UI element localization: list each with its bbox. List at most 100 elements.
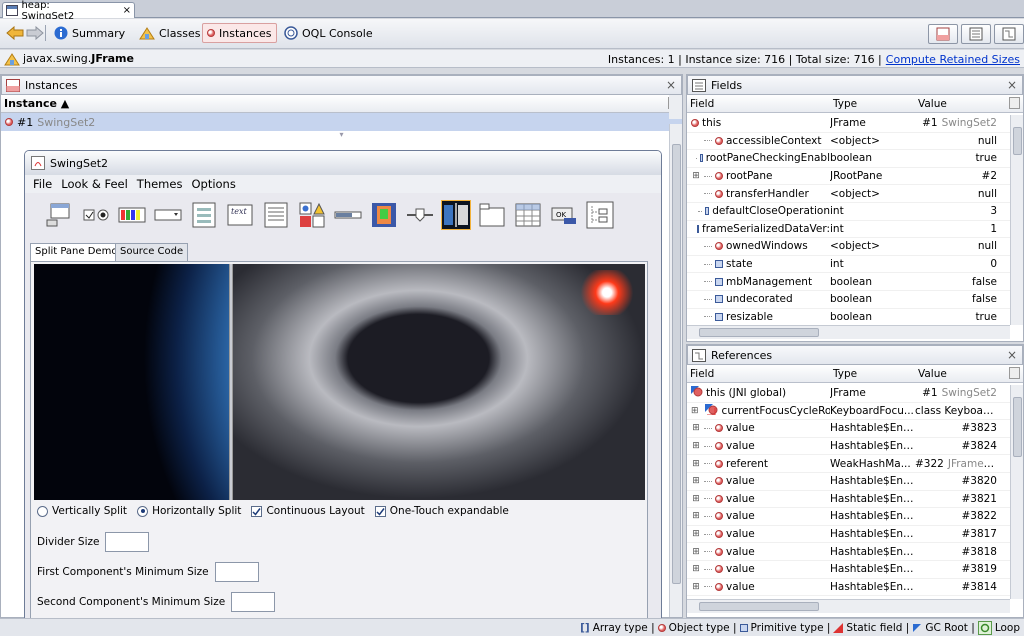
fields-vscrollbar[interactable]: [1010, 115, 1023, 325]
fields-row[interactable]: state int 0: [687, 256, 1010, 274]
fields-row[interactable]: defaultCloseOperation int 3: [687, 203, 1010, 221]
menu-themes[interactable]: Themes: [137, 177, 183, 191]
tree-demo-icon[interactable]: [585, 200, 615, 230]
checkbox-demo-icon[interactable]: [81, 200, 111, 230]
second-min-input[interactable]: [231, 592, 276, 612]
expand-node-icon[interactable]: ⊞: [691, 582, 701, 592]
references-row[interactable]: ⊞ currentFocusCycleRoot KeyboardFocu... cla…: [687, 403, 1010, 421]
layout-fields-button[interactable]: [961, 24, 991, 44]
divider-size-input[interactable]: [105, 532, 150, 552]
expand-node-icon[interactable]: ⊞: [691, 547, 701, 557]
fields-hscroll-thumb[interactable]: [699, 328, 819, 337]
fields-row[interactable]: accessibleContext <object> null: [687, 133, 1010, 151]
references-row[interactable]: ⊞ value Hashtable$Entry #3819: [687, 561, 1010, 579]
expand-node-icon[interactable]: ⊞: [691, 476, 701, 486]
expand-node-icon[interactable]: ⊞: [691, 406, 699, 416]
expand-node-icon[interactable]: ⊞: [691, 494, 701, 504]
close-references-icon[interactable]: ×: [1007, 348, 1017, 362]
instance-preview-scroll-thumb[interactable]: [672, 144, 681, 584]
combobox-demo-icon[interactable]: [153, 200, 183, 230]
references-column-chooser-icon[interactable]: [1009, 367, 1020, 379]
expand-node-icon[interactable]: ⊞: [691, 441, 701, 451]
references-header-type[interactable]: Type: [833, 368, 918, 380]
scroll-pane-demo-icon[interactable]: [369, 200, 399, 230]
references-row[interactable]: ⊞ value Hashtable$Entry #3824: [687, 438, 1010, 456]
instance-row[interactable]: #1 SwingSet2: [1, 113, 682, 131]
references-row[interactable]: ⊞ value Hashtable$Entry #3814: [687, 579, 1010, 597]
menu-look-and-feel[interactable]: Look & Feel: [61, 177, 128, 191]
layout-instances-button[interactable]: [928, 24, 958, 44]
fields-row[interactable]: rootPaneCheckingEnabl boolean true: [687, 150, 1010, 168]
expand-node-icon[interactable]: ⊞: [691, 459, 701, 469]
file-chooser-demo-icon[interactable]: [189, 200, 219, 230]
tabbed-pane-demo-icon[interactable]: [477, 200, 507, 230]
list-demo-icon[interactable]: [261, 200, 291, 230]
references-row[interactable]: ⊞ value Hashtable$Entry #3821: [687, 491, 1010, 509]
expand-node-icon[interactable]: ⊞: [691, 564, 701, 574]
fields-row[interactable]: frameSerializedDataVer: int 1: [687, 221, 1010, 239]
vertically-split-radio[interactable]: [37, 505, 48, 517]
menu-options[interactable]: Options: [191, 177, 235, 191]
table-demo-icon[interactable]: [513, 200, 543, 230]
references-hscroll-thumb[interactable]: [699, 602, 819, 611]
slider-demo-icon[interactable]: [405, 200, 435, 230]
expand-node-icon[interactable]: ⊞: [691, 511, 701, 521]
tab-split-pane-demo[interactable]: Split Pane Demo: [30, 243, 123, 261]
references-row[interactable]: ⊞ value Hashtable$Entry #3822: [687, 508, 1010, 526]
expand-node-icon[interactable]: ⊞: [691, 423, 701, 433]
tooltip-demo-icon[interactable]: OK: [549, 200, 579, 230]
close-tab-icon[interactable]: ×: [123, 5, 131, 16]
instance-preview-scrollbar[interactable]: [669, 124, 682, 617]
fields-vscroll-thumb[interactable]: [1013, 127, 1022, 155]
fields-row[interactable]: resizable boolean true: [687, 309, 1010, 325]
expand-node-icon[interactable]: ⊞: [691, 171, 701, 181]
layout-references-button[interactable]: [994, 24, 1024, 44]
references-header-field[interactable]: Field: [690, 368, 833, 380]
summary-button[interactable]: Summary: [50, 23, 129, 43]
close-fields-icon[interactable]: ×: [1007, 78, 1017, 92]
references-row[interactable]: this (JNI global) JFrame #1 SwingSet2: [687, 385, 1010, 403]
instances-button[interactable]: Instances: [202, 23, 277, 43]
heap-document-tab[interactable]: heap: SwingSet2 ×: [2, 0, 135, 22]
one-touch-checkbox[interactable]: [374, 505, 386, 517]
classes-button[interactable]: Classes: [135, 23, 204, 43]
fields-header-value[interactable]: Value: [918, 98, 947, 110]
expand-node-icon[interactable]: ⊞: [691, 529, 701, 539]
split-pane-demo-icon[interactable]: [441, 200, 471, 230]
fields-row[interactable]: ownedWindows <object> null: [687, 238, 1010, 256]
references-header-value[interactable]: Value: [918, 368, 947, 380]
fields-hscrollbar[interactable]: [687, 325, 1010, 339]
fields-row[interactable]: ⊞ rootPane JRootPane #2: [687, 168, 1010, 186]
horizontally-split-radio[interactable]: [137, 505, 149, 517]
references-vscroll-thumb[interactable]: [1013, 397, 1022, 457]
references-row[interactable]: ⊞ value Hashtable$Entry #3820: [687, 473, 1010, 491]
fields-row[interactable]: undecorated boolean false: [687, 291, 1010, 309]
references-row[interactable]: ⊞ value Hashtable$Entry #3818: [687, 543, 1010, 561]
references-hscrollbar[interactable]: [687, 599, 1010, 613]
references-row[interactable]: ⊞ value Hashtable$Entry #3817: [687, 526, 1010, 544]
references-row[interactable]: ⊞ referent WeakHashMa... #322 JFrame: ...: [687, 455, 1010, 473]
fields-header-type[interactable]: Type: [833, 98, 918, 110]
continuous-layout-checkbox[interactable]: [251, 505, 263, 517]
compute-retained-sizes-link[interactable]: Compute Retained Sizes: [886, 53, 1020, 66]
oql-console-button[interactable]: OQL Console: [280, 23, 377, 43]
internal-frame-demo-icon[interactable]: [45, 200, 75, 230]
fields-row[interactable]: this JFrame #1 SwingSet2: [687, 115, 1010, 133]
tab-source-code[interactable]: Source Code: [115, 243, 189, 261]
fields-column-chooser-icon[interactable]: [1009, 97, 1020, 109]
fields-row[interactable]: transferHandler <object> null: [687, 185, 1010, 203]
option-pane-demo-icon[interactable]: [297, 200, 327, 230]
close-instances-icon[interactable]: ×: [666, 78, 676, 92]
split-handle-icon[interactable]: ▾: [1, 131, 682, 140]
first-min-input[interactable]: [214, 562, 259, 582]
references-row[interactable]: ⊞ value Hashtable$Entry #3823: [687, 420, 1010, 438]
fields-row[interactable]: mbManagement boolean false: [687, 273, 1010, 291]
fields-header-field[interactable]: Field: [690, 98, 833, 110]
color-chooser-demo-icon[interactable]: [117, 200, 147, 230]
references-vscrollbar[interactable]: [1010, 385, 1023, 599]
editor-pane-demo-icon[interactable]: text: [225, 200, 255, 230]
instance-column-header[interactable]: Instance ▲: [1, 95, 682, 113]
instances-scrollbar[interactable]: [669, 95, 682, 119]
menu-file[interactable]: File: [33, 177, 52, 191]
progress-bar-demo-icon[interactable]: [333, 200, 363, 230]
